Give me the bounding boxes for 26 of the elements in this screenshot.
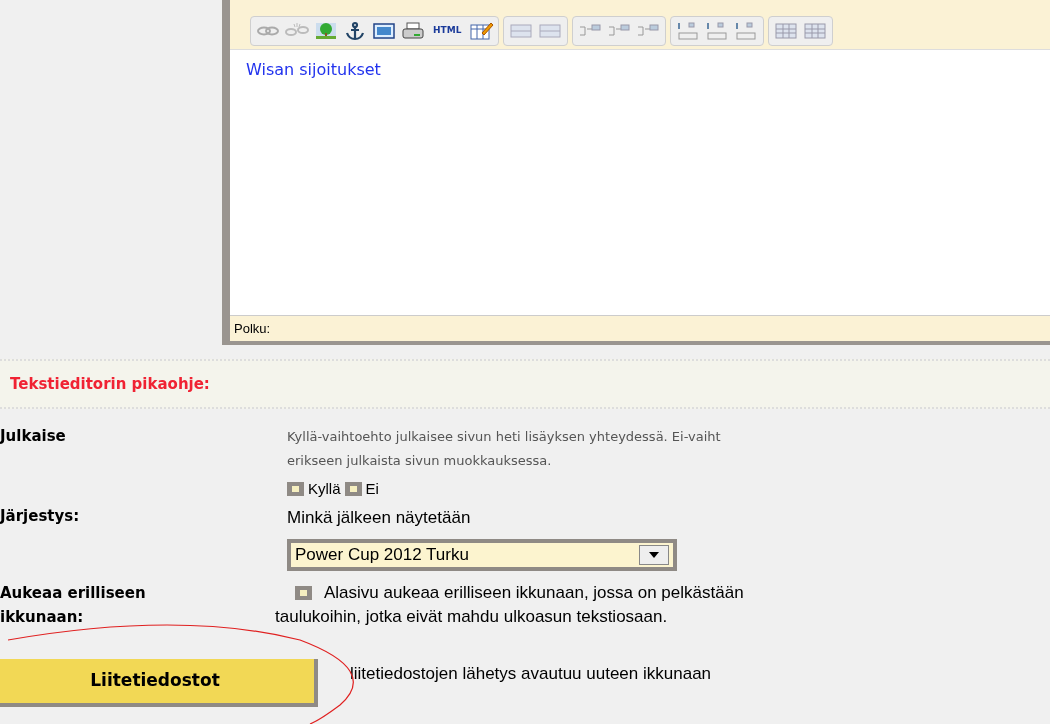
table-icon[interactable] [802,20,829,41]
option-label[interactable]: Ei [365,477,379,501]
checkbox[interactable] [344,482,362,496]
field-description: Kyllä-vaihtoehto julkaisee sivun heti lisäyksen yhteydessä. Ei-vaiht [287,428,721,446]
table-icon[interactable] [773,20,800,41]
checkbox[interactable] [295,585,312,600]
option-label[interactable]: Kyllä [308,477,341,501]
dropdown-value: Power Cup 2012 Turku [295,543,469,566]
field-description: erikseen julkaista sivun muokkauksessa. [287,452,553,470]
path-label: Polku: [234,319,271,338]
field-description: taulukoihin, jotka eivät mahdu ulkoasun tekstiosaan. [275,605,669,628]
dropdown[interactable]: Power Cup 2012 Turku [287,538,677,571]
field-label: Järjestys: [0,507,80,525]
printer-icon[interactable] [400,20,426,41]
editor-text: Wisan sijoitukset [246,60,381,79]
edit-table-icon[interactable] [468,20,495,41]
field-label: Aukeaa erilliseen [0,582,147,604]
checkbox[interactable] [287,482,304,496]
html-button[interactable]: HTML [429,23,466,38]
field-description: Alasivu aukeaa erilliseen ikkunaan, jossa on pelkästään [324,581,744,604]
attachments-button[interactable]: Liitetiedostot [0,658,318,707]
attachments-note: liitetiedostojen lähetys avautuu uuteen ikkunaan [350,662,712,685]
field-description: Minkä jälkeen näytetään [287,507,472,529]
media-icon[interactable] [371,20,397,41]
field-label: Julkaise [0,427,66,445]
help-title: Tekstieditorin pikaohje: [10,373,210,395]
